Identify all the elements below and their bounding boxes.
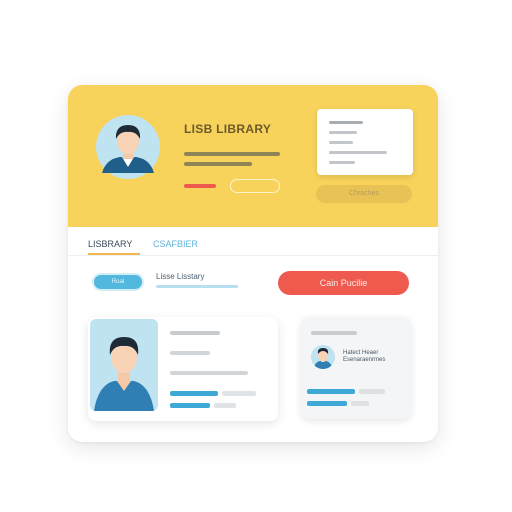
- profile-text-line: [170, 351, 210, 355]
- profile-progress-track: [214, 403, 236, 408]
- tab-secondary[interactable]: CSAFBIER: [153, 237, 198, 251]
- header-text-line: [184, 152, 280, 156]
- profile-card[interactable]: [88, 317, 278, 421]
- profile-library-card: LISB LIBRARY Chraches LISBRARY CSAFBIER …: [68, 85, 438, 442]
- profile-name: Hatect Heaer Esenaraenrmes: [343, 350, 385, 364]
- primary-cta-button[interactable]: Cain Pucilie: [278, 271, 409, 295]
- profile-text-line: [311, 331, 357, 335]
- panel-text-line: [329, 161, 355, 164]
- profile-progress-bar: [307, 389, 355, 394]
- panel-text-line: [329, 121, 363, 124]
- profile-name-line: Esenaraenrmes: [343, 357, 386, 363]
- profile-progress-bar: [170, 403, 210, 408]
- panel-text-line: [329, 131, 357, 134]
- profile-name-line: Hatect Heaer: [343, 350, 379, 356]
- profile-photo: [90, 319, 158, 411]
- profile-progress-track: [359, 389, 385, 394]
- profile-progress-bar: [307, 401, 347, 406]
- header-action-button[interactable]: Chraches: [316, 185, 412, 203]
- header-text-line: [184, 162, 252, 166]
- header-info-panel: [317, 109, 413, 175]
- tab-divider: [68, 255, 438, 256]
- user-avatar-icon: [313, 348, 333, 369]
- filter-underline: [156, 285, 238, 288]
- panel-text-line: [329, 141, 353, 144]
- profile-progress-track: [222, 391, 256, 396]
- filter-pill[interactable]: Roal: [94, 275, 142, 289]
- header-title: LISB LIBRARY: [184, 122, 272, 136]
- header-outline-pill[interactable]: [230, 179, 280, 193]
- header-accent-line: [184, 184, 216, 188]
- user-avatar-icon: [102, 125, 154, 173]
- user-avatar-icon: [94, 337, 154, 411]
- profile-progress-bar: [170, 391, 218, 396]
- profile-text-line: [170, 331, 220, 335]
- profile-text-line: [170, 371, 248, 375]
- filter-label: Lisse Lisstary: [156, 272, 205, 281]
- panel-text-line: [329, 151, 387, 154]
- small-avatar: [311, 345, 335, 369]
- profile-progress-track: [351, 401, 369, 406]
- card-header: LISB LIBRARY Chraches: [68, 85, 438, 227]
- profile-card[interactable]: Hatect Heaer Esenaraenrmes: [301, 317, 411, 419]
- header-avatar: [96, 115, 160, 179]
- tab-library[interactable]: LISBRARY: [88, 237, 132, 251]
